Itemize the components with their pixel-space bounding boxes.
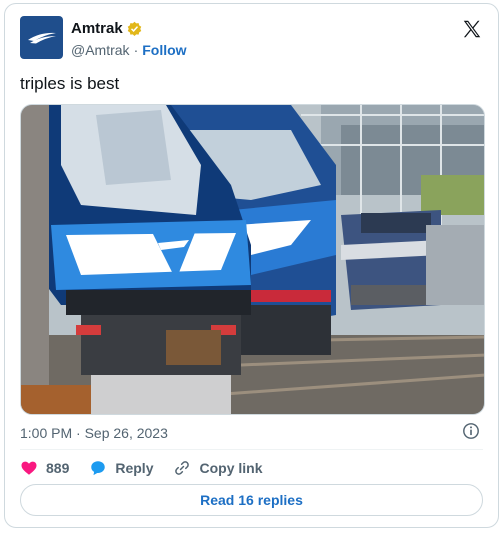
like-count: 889 — [46, 460, 70, 476]
avatar[interactable] — [20, 16, 63, 59]
verified-badge-icon — [127, 21, 141, 36]
follow-button[interactable]: Follow — [142, 42, 186, 58]
copy-link-label: Copy link — [199, 460, 263, 476]
info-icon[interactable] — [462, 422, 480, 440]
reply-label: Reply — [115, 460, 154, 476]
reply-button[interactable]: Reply — [89, 459, 153, 477]
handle-row: @Amtrak · Follow — [71, 42, 187, 58]
x-logo-icon[interactable] — [461, 18, 483, 40]
tweet-photo[interactable] — [20, 104, 485, 415]
tweet-text: triples is best — [20, 74, 120, 93]
link-icon — [175, 461, 190, 475]
like-button[interactable]: 889 — [20, 459, 69, 477]
separator-dot: · — [133, 42, 139, 58]
tweet-timestamp[interactable]: 1:00 PM · Sep 26, 2023 — [20, 425, 168, 441]
copy-link-button[interactable]: Copy link — [173, 459, 263, 477]
heart-icon — [21, 461, 37, 475]
reply-bubble-icon — [91, 461, 106, 476]
author-name-row: Amtrak — [71, 20, 142, 37]
train-photo — [21, 105, 484, 414]
author-handle[interactable]: @Amtrak — [71, 42, 130, 58]
action-bar: 889 Reply Copy link — [20, 459, 283, 477]
read-replies-button[interactable]: Read 16 replies — [20, 484, 483, 516]
amtrak-logo-icon — [27, 32, 56, 43]
divider — [20, 449, 483, 450]
author-name[interactable]: Amtrak — [71, 20, 123, 37]
tweet-card: Amtrak @Amtrak · Follow triples is best — [4, 3, 499, 528]
